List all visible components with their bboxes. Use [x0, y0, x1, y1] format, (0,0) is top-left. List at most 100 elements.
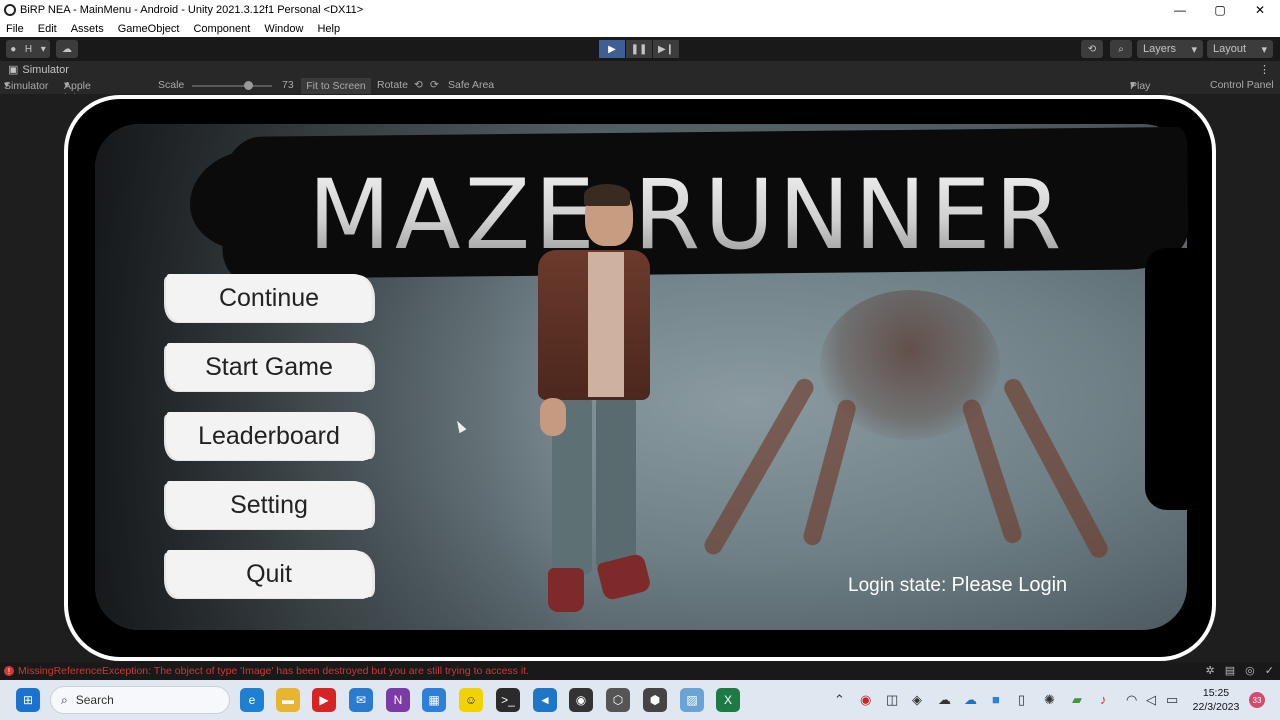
simulator-tab-title: Simulator	[22, 63, 69, 76]
battery-icon[interactable]: ▭	[1166, 692, 1178, 708]
nvidia-icon[interactable]: ▰	[1072, 692, 1082, 708]
clock-date: 22/3/2023	[1192, 701, 1240, 713]
minimize-button[interactable]: —	[1160, 0, 1200, 20]
setting-button[interactable]: Setting	[166, 481, 372, 529]
game-title: MAZE RUNNER	[308, 160, 1138, 270]
menu-help[interactable]: Help	[317, 23, 340, 35]
simulator-mode-dropdown[interactable]: Simulator ▾	[4, 79, 48, 92]
file-explorer-icon[interactable]: ▬	[276, 688, 300, 712]
history-icon[interactable]: ⟲	[1081, 40, 1103, 58]
onenote-icon[interactable]: N	[386, 688, 410, 712]
device-notch	[1145, 248, 1205, 510]
more-options-icon[interactable]: ⋮	[1259, 63, 1270, 76]
control-panel-button[interactable]: Control Panel	[1210, 79, 1274, 91]
console-status-bar[interactable]: ! MissingReferenceException: The object …	[0, 662, 1280, 680]
debug-icon[interactable]: ✲	[1206, 664, 1215, 677]
play-focused-dropdown[interactable]: Play Focused ▾	[1130, 79, 1170, 104]
media-player-icon[interactable]: ▶	[312, 688, 336, 712]
chevron-down-icon: ▾	[1191, 43, 1197, 56]
menu-window[interactable]: Window	[264, 23, 303, 35]
maximize-button[interactable]: ▢	[1200, 0, 1240, 20]
start-game-button[interactable]: Start Game	[166, 343, 372, 391]
quit-button[interactable]: Quit	[166, 550, 372, 598]
windows-taskbar: ⊞ ⌕ Search e ▬ ▶ ✉ N ▦ ☺ >_ ◄ ◉ ⬡ ⬢ ▨ X …	[0, 680, 1280, 720]
error-message[interactable]: MissingReferenceException: The object of…	[18, 665, 529, 677]
usb-icon[interactable]: ▯	[1018, 692, 1025, 708]
menu-assets[interactable]: Assets	[71, 23, 104, 35]
cloud-tray-icon[interactable]: ☁	[938, 692, 951, 708]
taskbar-clock[interactable]: 15:25 22/3/2023	[1190, 686, 1242, 714]
taskbar-search[interactable]: ⌕ Search	[50, 686, 230, 714]
menu-bar: File Edit Assets GameObject Component Wi…	[0, 20, 1280, 37]
cloud-icon[interactable]: ☁	[56, 40, 78, 58]
rotate-right-icon[interactable]: ⟳	[430, 79, 439, 91]
menu-edit[interactable]: Edit	[38, 23, 57, 35]
calendar-icon[interactable]: ▦	[422, 688, 446, 712]
scale-slider-handle[interactable]	[244, 81, 253, 90]
wifi-icon[interactable]: ◠	[1126, 692, 1137, 708]
windows-start-icon[interactable]: ⊞	[16, 688, 40, 712]
github-icon[interactable]: ◉	[569, 688, 593, 712]
character-hand	[540, 398, 566, 436]
layout-dropdown[interactable]: Layout ▾	[1207, 40, 1273, 58]
mail-icon[interactable]: ✉	[349, 688, 373, 712]
app-tray-icon[interactable]: ■	[992, 692, 1000, 707]
character-shirt	[588, 252, 624, 397]
app-tray-icon[interactable]: ◈	[912, 692, 922, 708]
scale-value: 73	[282, 79, 294, 91]
error-icon: !	[4, 666, 14, 676]
layers-dropdown[interactable]: Layers ▾	[1137, 40, 1203, 58]
clock-time: 15:25	[1202, 687, 1230, 699]
chevron-down-icon: ▾	[1261, 43, 1267, 56]
vscode-icon[interactable]: ◄	[533, 688, 557, 712]
photos-icon[interactable]: ▨	[680, 688, 704, 712]
simulator-tab[interactable]: ▣ Simulator ⋮	[0, 61, 1280, 78]
login-state: Login state: Please Login	[848, 574, 1067, 597]
search-icon: ⌕	[61, 692, 68, 707]
unity-editor-icon[interactable]: ⬢	[643, 688, 667, 712]
check-icon[interactable]: ✓	[1265, 664, 1274, 677]
leaderboard-button[interactable]: Leaderboard	[166, 412, 372, 460]
scale-slider[interactable]	[192, 85, 272, 87]
microphone-icon[interactable]: ♪	[1100, 692, 1107, 707]
character-leg	[596, 395, 636, 570]
app-tray-icon[interactable]: ◉	[860, 692, 871, 708]
snapchat-icon[interactable]: ☺	[459, 688, 483, 712]
pause-button[interactable]: ❚❚	[626, 40, 652, 58]
menu-component[interactable]: Component	[193, 23, 250, 35]
edge-icon[interactable]: e	[240, 688, 264, 712]
unity-hub-icon[interactable]: ⬡	[606, 688, 630, 712]
login-state-value: Please Login	[951, 574, 1068, 596]
volume-icon[interactable]: ◁	[1146, 692, 1156, 708]
login-state-label: Login state:	[848, 575, 947, 596]
account-icon: ●	[10, 43, 17, 55]
rotate-label: Rotate	[377, 79, 408, 91]
safe-area-toggle[interactable]: Safe Area	[448, 79, 494, 91]
onedrive-icon[interactable]: ☁	[964, 692, 977, 708]
chevron-up-icon[interactable]: ⌃	[834, 692, 845, 708]
layout-label: Layout	[1213, 43, 1247, 55]
simulator-mode-label: Simulator	[4, 80, 49, 92]
fit-to-screen-button[interactable]: Fit to Screen	[301, 78, 371, 94]
account-dropdown[interactable]: ● H ▾	[6, 40, 50, 58]
menu-gameobject[interactable]: GameObject	[118, 23, 180, 35]
search-icon[interactable]: ⌕	[1110, 40, 1132, 58]
terminal-icon[interactable]: >_	[496, 688, 520, 712]
play-button[interactable]: ▶	[599, 40, 625, 58]
app-tray-icon[interactable]: ◫	[886, 692, 898, 708]
main-toolbar: ● H ▾ ☁ ▶ ❚❚ ▶❙ ⟲ ⌕ Layers ▾ Layout ▾	[0, 37, 1280, 61]
character-hair	[584, 184, 630, 206]
excel-icon[interactable]: X	[716, 688, 740, 712]
device-dropdown[interactable]: Apple iPhone XR ▾	[64, 79, 97, 116]
step-button[interactable]: ▶❙	[653, 40, 679, 58]
close-button[interactable]: ✕	[1240, 0, 1280, 20]
notification-badge[interactable]: 33	[1249, 692, 1265, 708]
rotate-left-icon[interactable]: ⟲	[414, 79, 423, 91]
collab-icon[interactable]: ◎	[1245, 664, 1255, 677]
search-placeholder: Search	[75, 693, 114, 707]
chevron-down-icon: ▾	[40, 43, 46, 55]
menu-file[interactable]: File	[6, 23, 24, 35]
app-tray-icon[interactable]: ✺	[1044, 692, 1055, 708]
graphics-icon[interactable]: ▤	[1225, 664, 1235, 677]
continue-button[interactable]: Continue	[166, 274, 372, 322]
